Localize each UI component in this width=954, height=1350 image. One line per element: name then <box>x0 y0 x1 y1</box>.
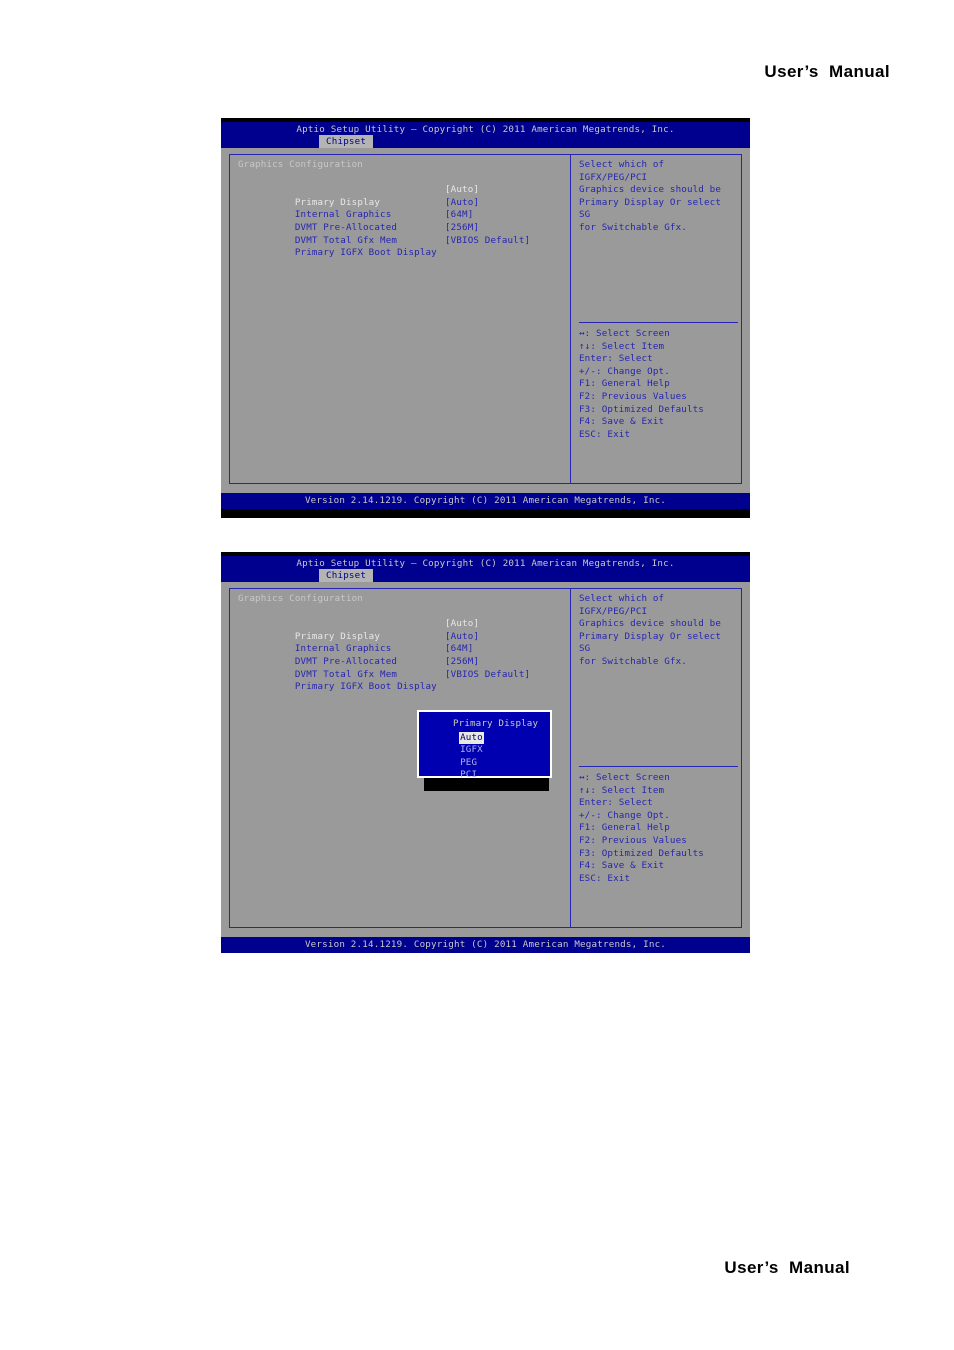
option-row-primary-display[interactable]: Primary Display [Auto] <box>238 618 568 642</box>
dropdown-option-label: PCI <box>460 769 478 781</box>
dropdown-option-label: PEG <box>460 756 478 768</box>
legend-esc-exit: ESC: Exit <box>579 428 631 440</box>
bios-title: Aptio Setup Utility – Copyright (C) 2011… <box>296 558 675 569</box>
option-value[interactable]: [64M] <box>445 209 473 222</box>
bios-body: Graphics Configuration Primary Display [… <box>221 148 750 488</box>
option-value[interactable]: [Auto] <box>445 618 479 631</box>
dropdown-option-label: Auto <box>459 731 484 745</box>
legend-save-exit: F4: Save & Exit <box>579 416 665 428</box>
options-list: Primary Display [Auto] Internal Graphics… <box>238 618 568 693</box>
help-pane: Select which of IGFX/PEG/PCI Graphics de… <box>579 159 738 235</box>
legend-save-exit: F4: Save & Exit <box>579 860 665 872</box>
section-title: Graphics Configuration <box>238 593 363 604</box>
option-label: Primary IGFX Boot Display <box>294 681 437 693</box>
key-legend: ↔: Select Screen ↑↓: Select Item Enter: … <box>579 322 738 441</box>
option-value[interactable]: [256M] <box>445 656 479 669</box>
option-value[interactable]: [VBIOS Default] <box>445 669 530 682</box>
legend-select-item: ↑↓: Select Item <box>579 340 665 352</box>
dropdown-option-label: IGFX <box>460 744 483 756</box>
option-value[interactable]: [Auto] <box>445 197 479 210</box>
legend-general-help: F1: General Help <box>579 822 670 834</box>
dropdown-option-auto[interactable]: Auto <box>425 719 544 745</box>
help-text: Select which of IGFX/PEG/PCI Graphics de… <box>579 159 722 233</box>
legend-optimized-defaults: F3: Optimized Defaults <box>579 847 704 859</box>
panel-divider <box>570 588 571 928</box>
legend-divider <box>579 766 738 767</box>
dropdown-options: Auto IGFX PEG PCI <box>425 719 544 780</box>
legend-enter-select: Enter: Select <box>579 797 653 809</box>
legend-previous-values: F2: Previous Values <box>579 390 687 402</box>
legend-enter-select: Enter: Select <box>579 353 653 365</box>
option-row-internal-graphics[interactable]: Internal Graphics [Auto] <box>238 197 568 221</box>
option-value[interactable]: [Auto] <box>445 184 479 197</box>
option-value[interactable]: [VBIOS Default] <box>445 235 530 248</box>
bios-screen-graphics-configuration: Aptio Setup Utility – Copyright (C) 2011… <box>221 118 750 518</box>
option-value[interactable]: [256M] <box>445 222 479 235</box>
option-row-dvmt-pre-allocated[interactable]: DVMT Pre-Allocated [64M] <box>238 209 568 233</box>
settings-pane: Graphics Configuration Primary Display [… <box>238 593 568 693</box>
options-list: Primary Display [Auto] Internal Graphics… <box>238 184 568 259</box>
option-row-dvmt-total-gfx-mem[interactable]: DVMT Total Gfx Mem [256M] <box>238 656 568 680</box>
option-row-internal-graphics[interactable]: Internal Graphics [Auto] <box>238 631 568 655</box>
bios-version-text: Version 2.14.1219. Copyright (C) 2011 Am… <box>304 939 667 950</box>
legend-select-screen: ↔: Select Screen <box>579 328 670 339</box>
legend-esc-exit: ESC: Exit <box>579 872 631 884</box>
key-legend: ↔: Select Screen ↑↓: Select Item Enter: … <box>579 766 738 885</box>
legend-change-opt: +/-: Change Opt. <box>579 809 670 821</box>
bios-title: Aptio Setup Utility – Copyright (C) 2011… <box>296 124 675 135</box>
bios-title-bar: Aptio Setup Utility – Copyright (C) 2011… <box>221 556 750 585</box>
legend-select-item: ↑↓: Select Item <box>579 784 665 796</box>
legend-change-opt: +/-: Change Opt. <box>579 365 670 377</box>
bios-title-bar: Aptio Setup Utility – Copyright (C) 2011… <box>221 122 750 151</box>
legend-general-help: F1: General Help <box>579 378 670 390</box>
bios-version-text: Version 2.14.1219. Copyright (C) 2011 Am… <box>304 495 667 506</box>
bios-footer-bar: Version 2.14.1219. Copyright (C) 2011 Am… <box>221 937 750 953</box>
page-header-title: User’s Manual <box>764 62 890 81</box>
option-row-dvmt-pre-allocated[interactable]: DVMT Pre-Allocated [64M] <box>238 643 568 667</box>
legend-select-screen: ↔: Select Screen <box>579 772 670 783</box>
panel-divider <box>570 154 571 484</box>
legend-divider <box>579 322 738 323</box>
help-text: Select which of IGFX/PEG/PCI Graphics de… <box>579 593 722 667</box>
option-value[interactable]: [Auto] <box>445 631 479 644</box>
legend-previous-values: F2: Previous Values <box>579 834 687 846</box>
option-row-dvmt-total-gfx-mem[interactable]: DVMT Total Gfx Mem [256M] <box>238 222 568 246</box>
bios-footer-bar: Version 2.14.1219. Copyright (C) 2011 Am… <box>221 493 750 509</box>
option-value[interactable]: [64M] <box>445 643 473 656</box>
option-row-primary-igfx-boot-display[interactable]: Primary IGFX Boot Display [VBIOS Default… <box>238 669 568 693</box>
option-label: Primary IGFX Boot Display <box>294 247 437 259</box>
section-title: Graphics Configuration <box>238 159 363 170</box>
legend-optimized-defaults: F3: Optimized Defaults <box>579 403 704 415</box>
dropdown-primary-display[interactable]: Primary Display Auto IGFX PEG PCI <box>417 710 552 780</box>
option-row-primary-display[interactable]: Primary Display [Auto] <box>238 184 568 208</box>
page-footer-title: User’s Manual <box>724 1258 850 1277</box>
settings-pane: Graphics Configuration Primary Display [… <box>238 159 568 259</box>
option-row-primary-igfx-boot-display[interactable]: Primary IGFX Boot Display [VBIOS Default… <box>238 235 568 259</box>
help-pane: Select which of IGFX/PEG/PCI Graphics de… <box>579 593 738 669</box>
